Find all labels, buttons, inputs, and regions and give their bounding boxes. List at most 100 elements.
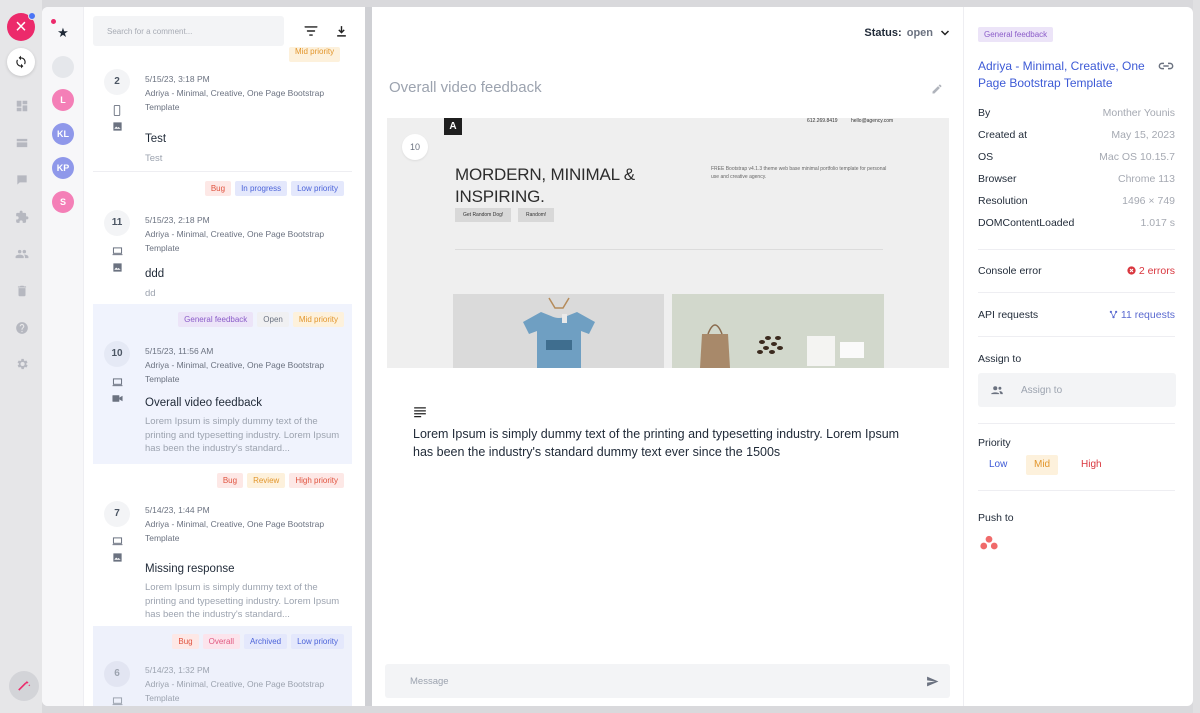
comment-date: 5/14/23, 1:32 PM (145, 665, 210, 675)
priority-mid-button[interactable]: Mid (1026, 455, 1059, 475)
sync-button[interactable] (7, 48, 35, 76)
site-logo: A (444, 118, 462, 135)
comment-title: Overall video feedback (145, 397, 262, 409)
avatar[interactable]: L (52, 89, 74, 111)
console-errors[interactable]: Console error 2 errors (978, 265, 1175, 277)
tag-bug: Bug (204, 181, 232, 196)
tag-category: Overall (202, 634, 240, 649)
site-button: Random! (518, 208, 555, 222)
priority-low-button[interactable]: Low (981, 455, 1015, 475)
comment-number: 7 (104, 501, 130, 527)
close-button[interactable]: × (7, 12, 36, 41)
edit-icon[interactable] (931, 83, 943, 95)
star-icon: ★ (57, 25, 69, 40)
tag-partial: Mid priority (289, 47, 341, 62)
assign-placeholder: Assign to (1021, 385, 1063, 396)
comments-icon[interactable] (15, 173, 29, 187)
assign-select[interactable]: Assign to (978, 373, 1176, 407)
video-icon (111, 392, 123, 404)
tag-bug: Bug (216, 473, 244, 488)
notification-dot (28, 12, 36, 20)
info-by: By Monther Younis (978, 107, 1175, 119)
product-image (672, 294, 884, 368)
comment-list: Mid priority 2 5/15/23, 3:18 PM Adriya -… (93, 7, 361, 706)
users-icon[interactable] (15, 247, 29, 261)
notification-dot (51, 19, 56, 24)
desktop-icon (111, 245, 123, 257)
info-browser: Browser Chrome 113 (978, 173, 1175, 185)
comment-number: 6 (104, 661, 130, 687)
tag-priority: Low priority (291, 634, 344, 649)
info-domcontentloaded: DOMContentLoaded 1.017 s (978, 217, 1175, 229)
layout-icon[interactable] (15, 136, 29, 150)
comment-body: Test (145, 153, 163, 164)
magic-button[interactable] (9, 671, 39, 701)
project-name: Adriya - Minimal, Creative, One Page Boo… (145, 360, 325, 384)
close-icon: × (15, 16, 27, 38)
priority-label: Priority (978, 437, 1011, 449)
comments-panel: ★ L KL KP S Mid priority 2 5/15/23, 3:18… (42, 7, 365, 706)
comment-title: Test (145, 133, 167, 145)
comment-date: 5/15/23, 11:56 AM (145, 346, 214, 356)
extensions-icon[interactable] (15, 210, 29, 224)
comment-body: Lorem Ipsum is simply dummy text of the … (145, 582, 340, 620)
tag-category: General feedback (178, 312, 254, 327)
project-name: Adriya - Minimal, Creative, One Page Boo… (145, 229, 325, 253)
comment-pin[interactable]: 10 (402, 134, 428, 160)
avatar[interactable]: KP (52, 157, 74, 179)
detail-content: Status: open Overall video feedback A 61… (372, 7, 964, 706)
app-rail: × (0, 0, 42, 713)
avatar[interactable] (52, 56, 74, 78)
detail-sidebar: General feedback Adriya - Minimal, Creat… (965, 7, 1193, 706)
dashboard-icon[interactable] (15, 99, 29, 113)
send-icon[interactable] (926, 675, 939, 688)
comment-detail: Status: open Overall video feedback A 61… (372, 7, 1193, 706)
tag-status: In progress (235, 181, 288, 196)
comment-description[interactable]: Lorem Ipsum is simply dummy text of the … (413, 425, 913, 461)
starred-filter[interactable]: ★ (51, 19, 75, 45)
api-requests[interactable]: API requests 11 requests (978, 309, 1175, 321)
project-link[interactable]: Adriya - Minimal, Creative, One Page Boo… (978, 58, 1150, 92)
help-icon[interactable] (15, 321, 29, 335)
project-name: Adriya - Minimal, Creative, One Page Boo… (145, 679, 325, 703)
asana-icon[interactable] (980, 535, 998, 551)
tag-bug: Bug (172, 634, 199, 649)
priority-high-button[interactable]: High (1073, 455, 1110, 475)
project-name: Adriya - Minimal, Creative, One Page Boo… (145, 519, 325, 543)
list-item-selected[interactable]: General feedback Open Mid priority 10 5/… (93, 304, 352, 464)
info-os: OS Mac OS 10.15.7 (978, 151, 1175, 163)
chevron-down-icon[interactable] (939, 27, 951, 39)
status-value: open (906, 27, 933, 39)
mobile-icon (111, 104, 123, 116)
screenshot-preview[interactable]: A 612.269.8419 hello@agency.com 10 MORDE… (387, 118, 949, 368)
comment-title-field[interactable]: Overall video feedback (389, 79, 542, 96)
list-item[interactable]: Bug Review High priority 7 5/14/23, 1:44… (93, 465, 352, 625)
avatar[interactable]: KL (52, 123, 74, 145)
image-icon (111, 261, 123, 273)
avatar[interactable]: S (52, 191, 74, 213)
trash-icon[interactable] (15, 284, 29, 298)
magic-wand-icon (18, 680, 31, 691)
list-item[interactable]: 2 5/15/23, 3:18 PM Adriya - Minimal, Cre… (93, 63, 352, 171)
users-icon (991, 386, 1003, 395)
tag-priority: Low priority (291, 181, 344, 196)
list-item[interactable]: Bug In progress Low priority 11 5/15/23,… (93, 173, 352, 304)
list-item[interactable]: Bug Overall Archived Low priority 6 5/14… (93, 626, 352, 706)
link-icon[interactable] (1158, 59, 1174, 73)
tag-status: Open (257, 312, 289, 327)
status-dropdown[interactable]: Status: open (864, 27, 933, 39)
error-icon (1127, 266, 1136, 275)
image-icon (111, 551, 123, 563)
settings-icon[interactable] (15, 357, 29, 371)
filter-icon[interactable] (303, 23, 319, 39)
tag-status: Review (247, 473, 286, 488)
search-input[interactable] (93, 16, 284, 46)
message-input[interactable] (385, 664, 950, 698)
info-resolution: Resolution 1496 × 749 (978, 195, 1175, 207)
description-icon (414, 407, 426, 418)
download-icon[interactable] (333, 23, 349, 39)
comment-date: 5/15/23, 3:18 PM (145, 74, 210, 84)
push-label: Push to (978, 512, 1014, 524)
comment-date: 5/14/23, 1:44 PM (145, 505, 210, 515)
image-icon (111, 120, 123, 132)
